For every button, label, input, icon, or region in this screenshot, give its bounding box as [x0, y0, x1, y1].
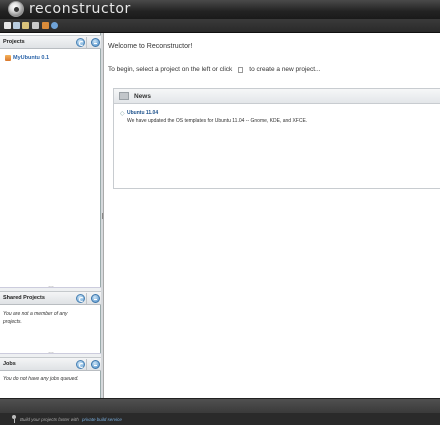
shared-projects-empty-message: You are not a member of any projects. [3, 311, 68, 325]
folder-icon[interactable] [22, 22, 29, 29]
jobs-panel-title: Jobs [3, 361, 16, 367]
projects-panel-title: Projects [3, 39, 25, 45]
welcome-heading: Welcome to Reconstructor! [108, 43, 193, 50]
intro-text-before: To begin, select a project on the left o… [108, 66, 233, 73]
add-job-icon[interactable] [91, 360, 100, 369]
intro-text-after: to create a new project... [249, 66, 321, 73]
header-divider [86, 359, 87, 370]
jobs-panel-header: Jobs [0, 357, 101, 371]
project-list-item[interactable]: MyUbuntu 0.1 [5, 54, 49, 62]
news-header: News [114, 89, 440, 104]
new-file-icon[interactable] [4, 22, 11, 29]
bullet-icon: ◇ [120, 111, 125, 117]
footer: Build your projects faster with private … [0, 413, 440, 425]
upload-icon[interactable] [13, 22, 20, 29]
footer-message: Build your projects faster with [20, 417, 79, 422]
globe-icon[interactable] [51, 22, 58, 29]
news-icon [119, 92, 129, 100]
add-shared-project-icon[interactable] [91, 294, 100, 303]
header-divider [86, 293, 87, 304]
left-sidebar: Projects MyUbuntu 0.1 Shared Projects Yo… [0, 33, 101, 398]
news-item-title[interactable]: Ubuntu 11.04 [127, 110, 158, 116]
news-panel: News ◇ Ubuntu 11.04 We have updated the … [113, 88, 440, 189]
add-project-icon[interactable] [91, 38, 100, 47]
jobs-empty-message: You do not have any jobs queued. [3, 376, 79, 382]
main-content: Welcome to Reconstructor! To begin, sele… [104, 33, 440, 398]
app-header: reconstructor [0, 0, 440, 19]
status-bar [0, 398, 440, 413]
shared-projects-panel-header: Shared Projects [0, 291, 101, 305]
projects-panel-header: Projects [0, 35, 101, 49]
lightbulb-icon [11, 415, 17, 423]
footer-text: Build your projects faster with private … [20, 417, 122, 422]
project-icon [5, 55, 11, 61]
toolbar [0, 19, 440, 33]
reconstructor-logo-icon [8, 1, 24, 17]
shared-projects-panel-title: Shared Projects [3, 295, 45, 301]
intro-text: To begin, select a project on the left o… [108, 66, 320, 73]
project-label: MyUbuntu 0.1 [13, 55, 50, 61]
package-icon[interactable] [42, 22, 49, 29]
refresh-icon[interactable] [76, 294, 85, 303]
news-title: News [134, 93, 151, 100]
news-item-text: We have updated the OS templates for Ubu… [127, 118, 308, 124]
refresh-icon[interactable] [76, 360, 85, 369]
new-project-icon[interactable] [238, 66, 244, 73]
private-build-service-link[interactable]: private build service [82, 417, 122, 422]
app-title: reconstructor [29, 1, 131, 17]
refresh-icon[interactable] [76, 38, 85, 47]
header-divider [86, 37, 87, 48]
people-icon[interactable] [32, 22, 39, 29]
